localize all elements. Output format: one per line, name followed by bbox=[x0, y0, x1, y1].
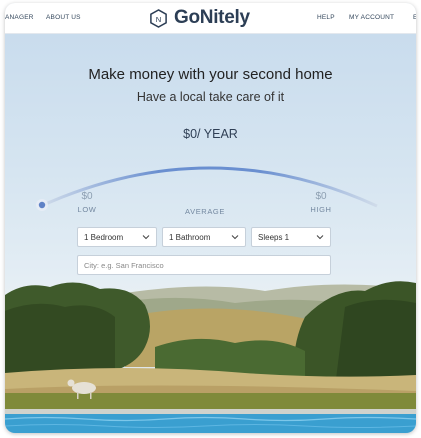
earnings-slider[interactable] bbox=[5, 144, 416, 234]
nav-link-manager[interactable]: ANAGER bbox=[5, 14, 34, 21]
city-placeholder: City: e.g. San Francisco bbox=[84, 261, 164, 270]
high-value: $0 bbox=[315, 191, 327, 202]
svg-text:N: N bbox=[156, 14, 161, 23]
slider-handle[interactable] bbox=[38, 201, 46, 209]
low-value: $0 bbox=[81, 191, 93, 202]
high-block: $0 HIGH bbox=[303, 191, 339, 214]
average-label: AVERAGE bbox=[185, 207, 225, 216]
average-block: AVERAGE bbox=[175, 204, 235, 216]
nav-link-help[interactable]: HELP bbox=[317, 14, 335, 21]
low-label: LOW bbox=[77, 205, 97, 214]
chevron-down-icon bbox=[316, 235, 324, 240]
brand-logo[interactable]: N GoNitely bbox=[149, 6, 250, 30]
bedrooms-select[interactable]: 1 Bedroom bbox=[77, 227, 157, 247]
yearly-amount: $0/ YEAR bbox=[183, 127, 238, 141]
nav-link-about-us[interactable]: ABOUT US bbox=[46, 14, 81, 21]
hero-background-photo bbox=[5, 281, 416, 433]
chevron-down-icon bbox=[231, 235, 239, 240]
hero-subtitle: Have a local take care of it bbox=[136, 90, 285, 104]
sleeps-select[interactable]: Sleeps 1 bbox=[251, 227, 331, 247]
hero-section: Make money with your second home Have a … bbox=[5, 34, 416, 433]
city-input[interactable]: City: e.g. San Francisco bbox=[77, 255, 331, 275]
logo-icon: N bbox=[150, 8, 167, 28]
nav-link-cut[interactable]: E bbox=[413, 14, 416, 21]
top-nav: ANAGER ABOUT US N GoNitely HELP MY ACCOU… bbox=[5, 3, 416, 34]
hero-title: Make money with your second home bbox=[88, 66, 333, 83]
bathrooms-select[interactable]: 1 Bathroom bbox=[162, 227, 246, 247]
bathrooms-value: 1 Bathroom bbox=[169, 233, 211, 242]
chevron-down-icon bbox=[142, 235, 150, 240]
browser-frame: ANAGER ABOUT US N GoNitely HELP MY ACCOU… bbox=[5, 3, 416, 433]
brand-name: GoNitely bbox=[174, 7, 250, 28]
nav-link-my-account[interactable]: MY ACCOUNT bbox=[349, 14, 394, 21]
high-label: HIGH bbox=[310, 205, 332, 214]
bedrooms-value: 1 Bedroom bbox=[84, 233, 124, 242]
sleeps-value: Sleeps 1 bbox=[258, 233, 290, 242]
low-block: $0 LOW bbox=[69, 191, 105, 214]
